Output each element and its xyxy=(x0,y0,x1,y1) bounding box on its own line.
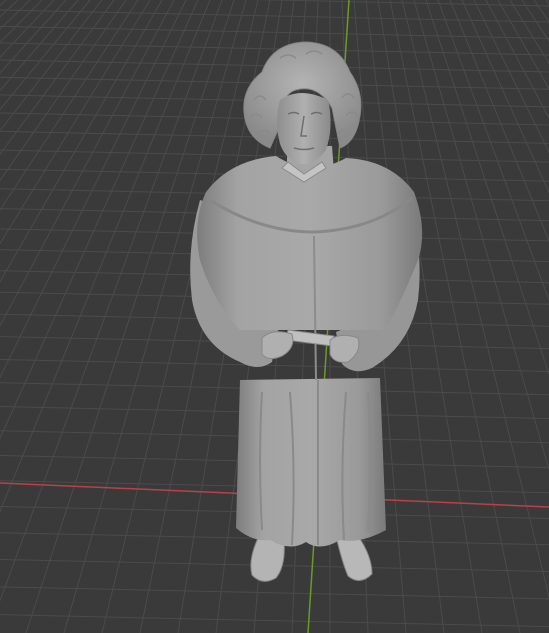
grid-column-line xyxy=(425,0,549,376)
robe-lower xyxy=(236,378,386,547)
grid-column-line xyxy=(497,0,549,90)
grid-row-line xyxy=(0,586,549,600)
viewport-canvas[interactable] xyxy=(0,0,549,633)
grid-row-line xyxy=(0,25,549,39)
right-shoe xyxy=(335,535,373,581)
face xyxy=(277,93,331,165)
robe-upper xyxy=(197,156,423,330)
grid-column-line xyxy=(473,0,549,154)
grid-row-line xyxy=(0,9,549,23)
3d-viewport[interactable] xyxy=(0,0,549,633)
grid-column-line xyxy=(521,0,549,42)
grid-column-line xyxy=(401,0,549,599)
grid-row-line xyxy=(0,358,549,372)
grid-column-line xyxy=(0,0,163,283)
grid-row-line xyxy=(0,614,549,628)
grid-row-line xyxy=(251,0,549,7)
left-hand xyxy=(261,331,294,360)
left-shoe xyxy=(250,537,285,582)
grid-column-line xyxy=(485,0,549,120)
grid-column-line xyxy=(413,0,549,472)
